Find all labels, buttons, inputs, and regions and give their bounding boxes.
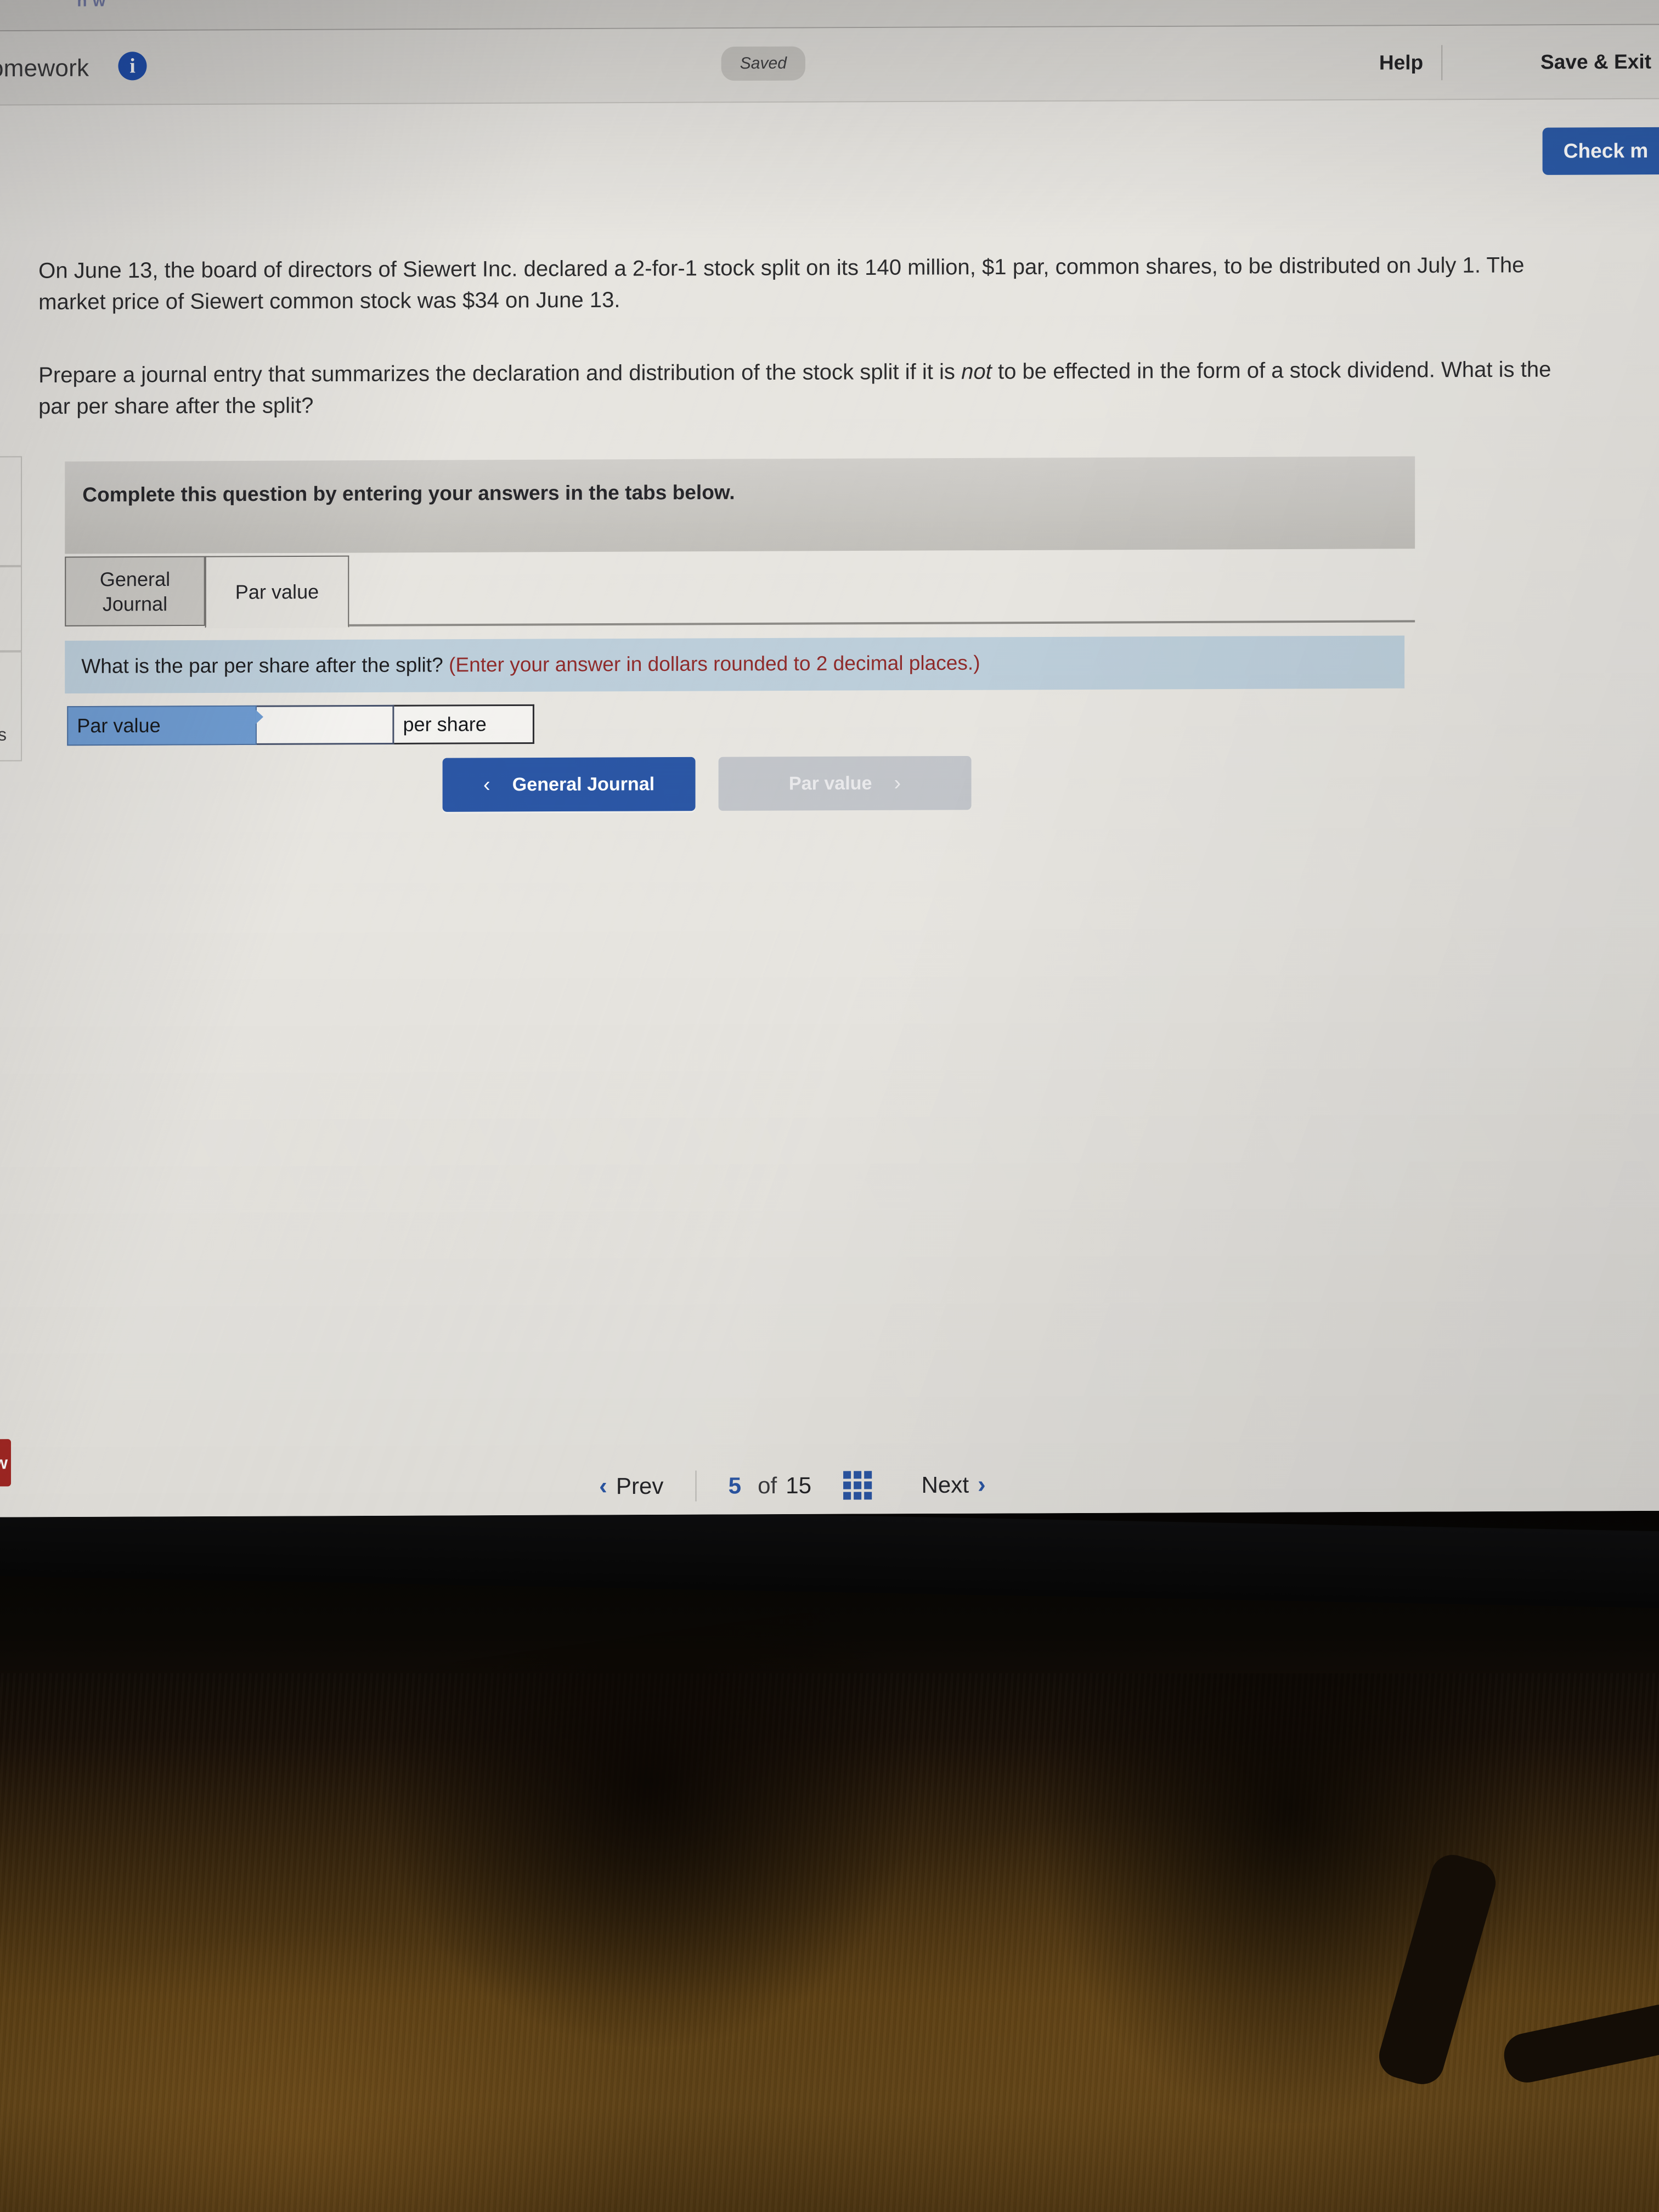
- pager-chevron-left-icon: ‹: [599, 1472, 607, 1500]
- tab-par-value-label: Par value: [235, 580, 319, 603]
- answer-tabs: General Journal Par value: [65, 551, 1415, 638]
- pager-chevron-right-icon: ›: [978, 1471, 986, 1498]
- instruction-note: (Enter your answer in dollars rounded to…: [449, 651, 980, 676]
- nav-next-par-value-button[interactable]: Par value ›: [718, 755, 972, 811]
- question-emphasis-not: not: [961, 359, 992, 384]
- chevron-right-icon: ›: [894, 771, 901, 795]
- pager-prev-button[interactable]: ‹ Prev: [599, 1472, 663, 1500]
- chevron-left-icon: ‹: [483, 772, 490, 797]
- pager-position: 5 of 15: [729, 1472, 811, 1499]
- answer-row-suffix: per share: [394, 704, 534, 744]
- edge-panel-bottom: [0, 651, 22, 762]
- complete-question-banner-text: Complete this question by entering your …: [82, 481, 735, 506]
- page-title: omework: [0, 54, 89, 82]
- desk-shadow-left: [357, 1599, 960, 2088]
- pager-divider-left: [695, 1470, 697, 1502]
- pager-total-number: 15: [786, 1472, 812, 1498]
- info-icon[interactable]: i: [118, 52, 147, 81]
- pager-next-label: Next: [921, 1471, 969, 1498]
- photo-of-screen: h w omework i Saved Help Save & Exit Che…: [0, 0, 1659, 2212]
- check-my-work-button[interactable]: Check m: [1542, 127, 1659, 175]
- question-paragraph-2: Prepare a journal entry that summarizes …: [38, 354, 1572, 422]
- edge-panel-top: [0, 456, 22, 567]
- pager-current-number: 5: [728, 1472, 742, 1499]
- pager-next-button[interactable]: Next ›: [921, 1471, 985, 1499]
- save-and-exit-button[interactable]: Save & Exit: [1541, 50, 1651, 74]
- tab-strip-baseline: [349, 620, 1415, 627]
- instruction-prompt: What is the par per share after the spli…: [81, 653, 443, 678]
- question-paragraph-1: On June 13, the board of directors of Si…: [38, 253, 1525, 314]
- edge-panel-middle: [0, 566, 22, 652]
- pager-of-label: of: [758, 1472, 777, 1499]
- tab-general-journal-line2: Journal: [102, 592, 168, 616]
- question-paragraph-2-part-a: Prepare a journal entry that summarizes …: [38, 359, 962, 388]
- tab-par-value[interactable]: Par value: [205, 555, 349, 628]
- header-divider: [1441, 45, 1443, 81]
- par-value-input[interactable]: [256, 704, 394, 745]
- help-button[interactable]: Help: [1379, 51, 1423, 74]
- nav-prev-general-journal-button[interactable]: ‹ General Journal: [442, 757, 696, 812]
- tab-navigation: ‹ General Journal Par value ›: [442, 755, 972, 812]
- check-my-work-red-tab[interactable]: w: [0, 1439, 12, 1487]
- nav-prev-label: General Journal: [512, 773, 655, 795]
- answer-row-label: Par value: [67, 705, 257, 746]
- screen: h w omework i Saved Help Save & Exit Che…: [0, 0, 1659, 1517]
- pager-prev-label: Prev: [616, 1472, 664, 1499]
- tab-general-journal-line1: General: [99, 567, 171, 590]
- tab-general-journal[interactable]: General Journal: [65, 556, 205, 627]
- status-badge-saved: Saved: [721, 46, 806, 81]
- browser-tab-text-clipped: h w: [77, 0, 106, 10]
- edge-partial-label: s: [0, 724, 7, 744]
- question-pager: ‹ Prev 5 of 15 Next ›: [599, 1469, 986, 1502]
- instruction-band-text: What is the par per share after the spli…: [81, 652, 980, 678]
- nav-next-label: Par value: [788, 772, 872, 794]
- answer-row: Par value per share: [67, 704, 534, 746]
- question-grid-icon[interactable]: [843, 1471, 872, 1500]
